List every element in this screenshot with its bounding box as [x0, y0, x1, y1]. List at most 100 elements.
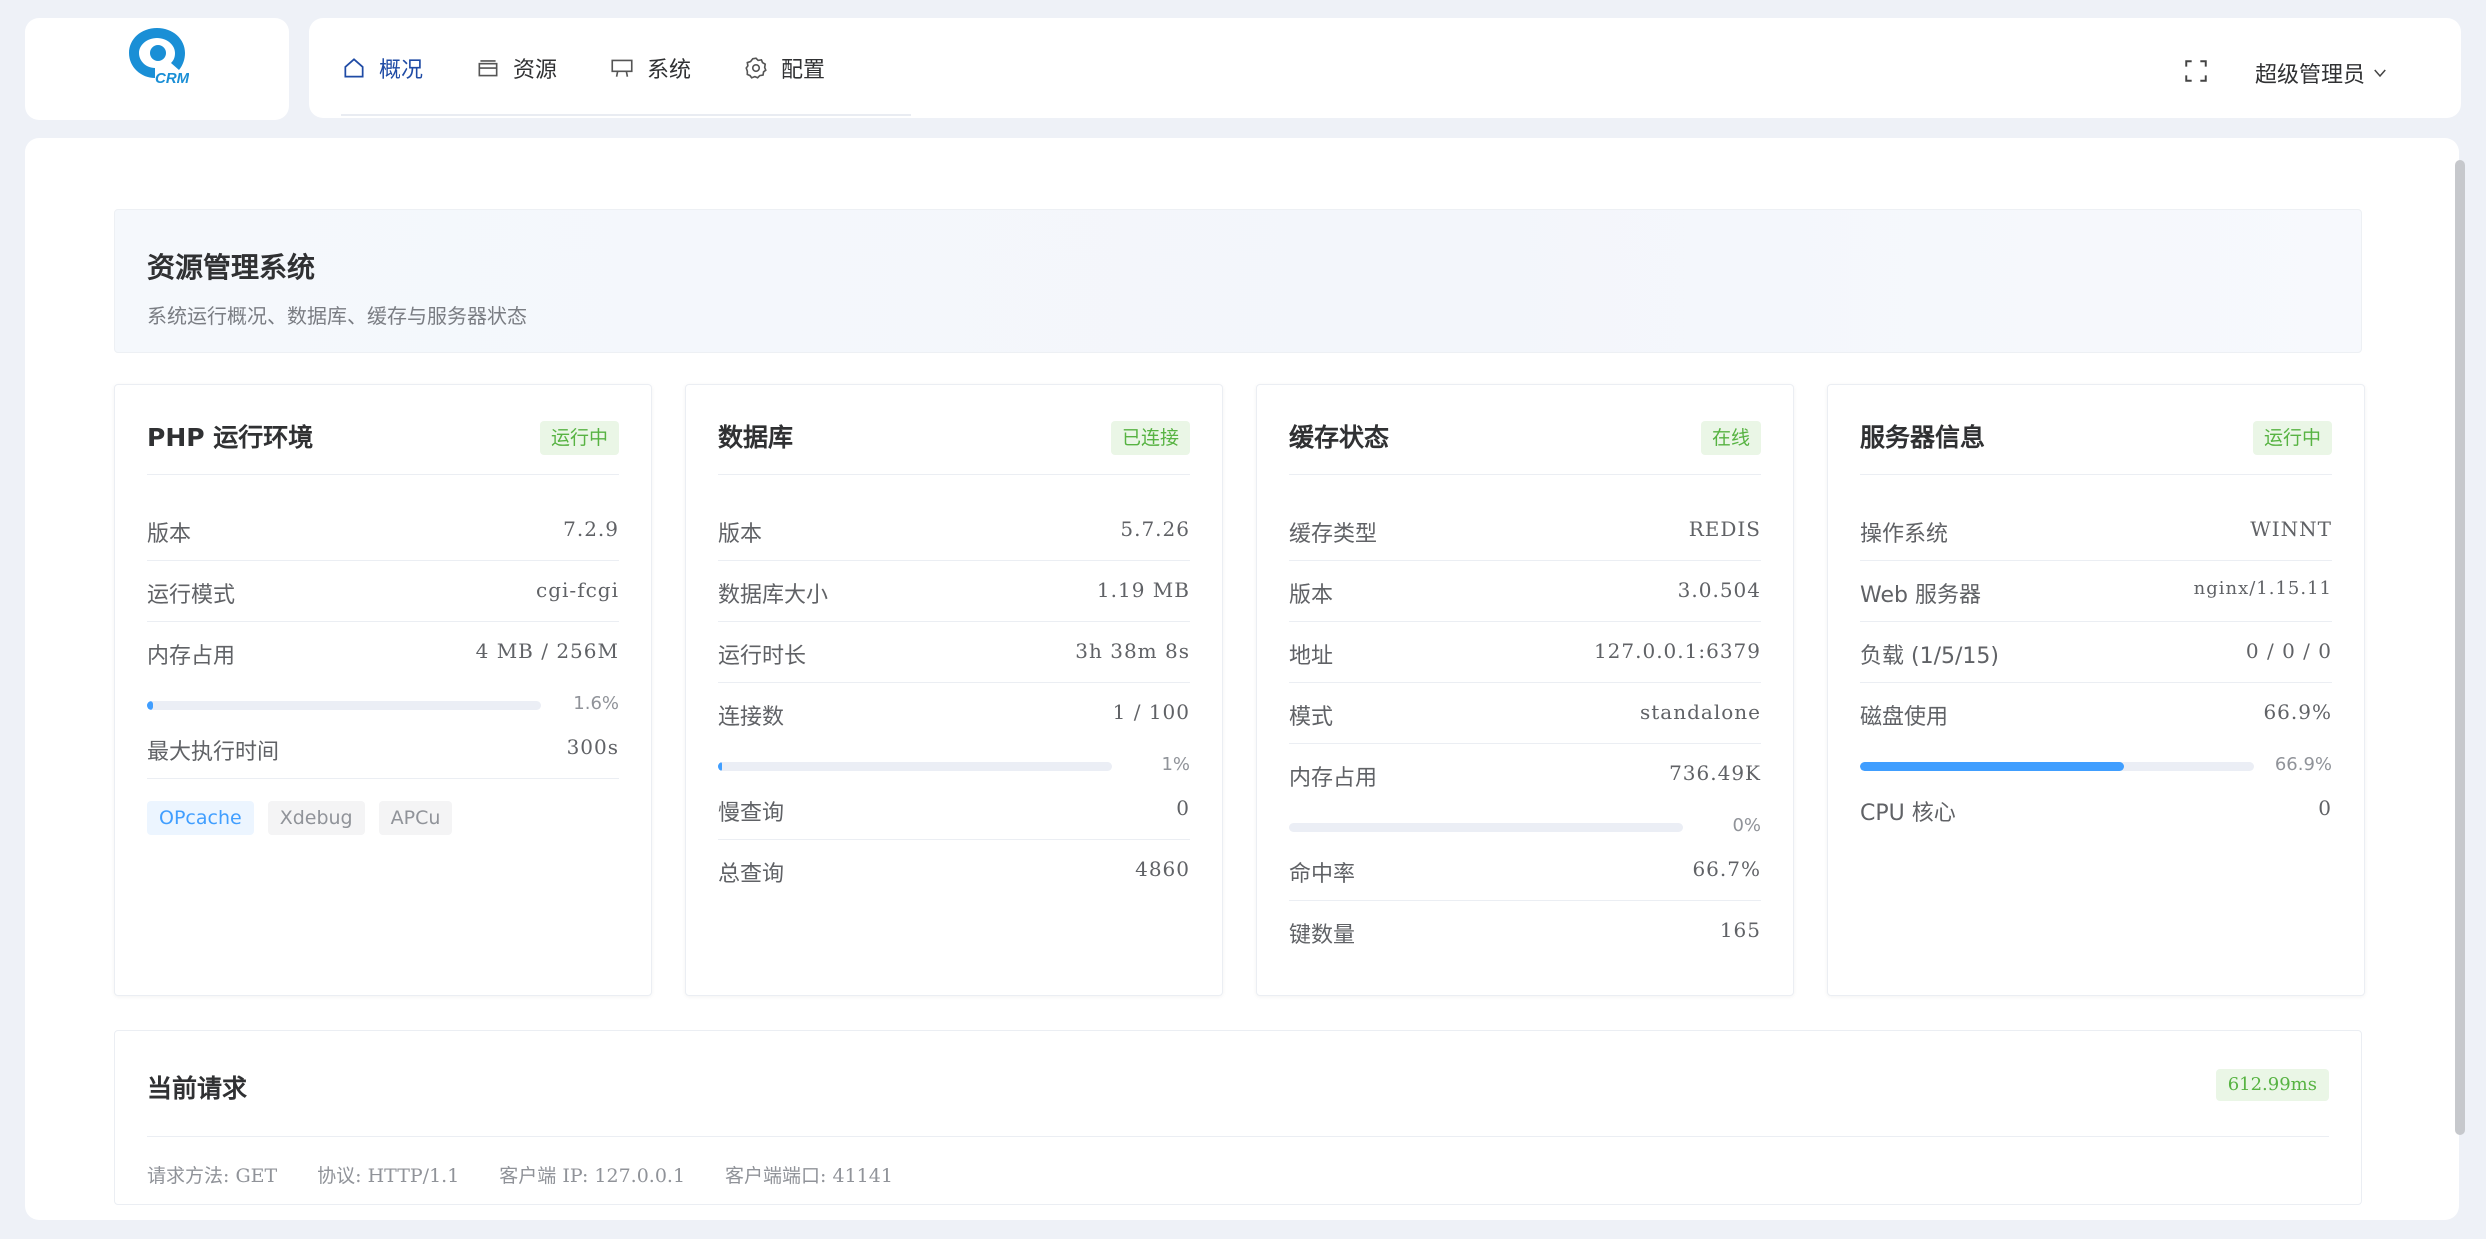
row-value: 66.9%: [2263, 700, 2332, 724]
card-header: PHP 运行环境 运行中: [147, 385, 619, 475]
row-value: 736.49K: [1669, 761, 1761, 785]
row-value: 5.7.26: [1120, 517, 1190, 541]
row-label: 键数量: [1289, 923, 1356, 948]
info-row: 磁盘使用 66.9%: [1860, 683, 2332, 744]
logo-box: CRM: [25, 18, 289, 120]
page-title: 资源管理系统: [147, 251, 316, 284]
nav-label: 系统: [647, 58, 692, 83]
row-label: 操作系统: [1860, 522, 1949, 547]
row-label: 版本: [147, 522, 192, 547]
row-label: 运行时长: [718, 644, 807, 669]
info-row: 运行模式 cgi-fcgi: [147, 561, 619, 622]
user-name: 超级管理员: [2255, 63, 2366, 88]
progress-label: 0%: [1732, 815, 1761, 836]
row-value: 3h 38m 8s: [1075, 639, 1190, 663]
progress-fill: [718, 762, 722, 771]
row-value: 4 MB / 256M: [475, 639, 619, 663]
info-row: CPU 核心 0: [1860, 779, 2332, 840]
request-info: 请求方法: GET 协议: HTTP/1.1 客户端 IP: 127.0.0.1…: [147, 1161, 933, 1188]
row-label: 命中率: [1289, 862, 1356, 887]
row-label: 总查询: [718, 862, 785, 887]
card-title: 当前请求: [147, 1074, 248, 1103]
client-ip: 客户端 IP: 127.0.0.1: [499, 1165, 686, 1187]
row-value: 1.19 MB: [1096, 578, 1190, 602]
chevron-down-icon: [2374, 69, 2386, 78]
nav-item-overview[interactable]: 概况: [341, 18, 423, 118]
client-port: 客户端端口: 41141: [725, 1165, 893, 1187]
request-time-badge: 612.99ms: [2215, 1069, 2329, 1101]
tag-apcu: APCu: [378, 801, 453, 835]
progress-label: 66.9%: [2274, 754, 2332, 775]
row-value: standalone: [1640, 700, 1761, 724]
tag-opcache: OPcache: [147, 801, 254, 835]
request-protocol: 协议: HTTP/1.1: [317, 1165, 460, 1187]
tag-xdebug: Xdebug: [267, 801, 365, 835]
row-value: 0: [1176, 796, 1190, 820]
crm-logo-icon: CRM: [129, 28, 189, 84]
row-label: Web 服务器: [1860, 583, 1981, 608]
box-icon: [475, 55, 501, 81]
row-label: 负载 (1/5/15): [1860, 644, 1999, 669]
user-menu[interactable]: 超级管理员: [2255, 18, 2389, 128]
memory-progress-bar: [1289, 823, 1683, 832]
status-badge: 运行中: [2252, 421, 2332, 455]
progress-label: 1.6%: [573, 693, 619, 714]
row-value: nginx/1.15.11: [2193, 578, 2332, 599]
row-value: 127.0.0.1:6379: [1593, 639, 1761, 663]
info-row: 版本 7.2.9: [147, 500, 619, 561]
row-value: 165: [1719, 918, 1761, 942]
row-label: 慢查询: [718, 801, 785, 826]
row-label: 磁盘使用: [1860, 705, 1949, 730]
info-row: 操作系统 WINNT: [1860, 500, 2332, 561]
row-label: 数据库大小: [718, 583, 829, 608]
memory-progress-bar: [147, 701, 541, 710]
info-row: Web 服务器 nginx/1.15.11: [1860, 561, 2332, 622]
top-bar: 概况 资源 系统 配置 超级管理员: [309, 18, 2461, 118]
status-badge: 在线: [1700, 421, 1761, 455]
row-label: 版本: [718, 522, 763, 547]
info-row: 内存占用 4 MB / 256M: [147, 622, 619, 683]
row-label: 版本: [1289, 583, 1334, 608]
row-value: cgi-fcgi: [536, 578, 619, 602]
logo-text: CRM: [155, 70, 189, 84]
info-row: 键数量 165: [1289, 901, 1761, 962]
home-icon: [341, 55, 367, 81]
info-row: 慢查询 0: [718, 779, 1190, 840]
progress-fill: [147, 701, 154, 710]
info-row: 模式 standalone: [1289, 683, 1761, 744]
row-label: 内存占用: [1289, 766, 1378, 791]
row-value: 3.0.504: [1677, 578, 1761, 602]
scrollbar[interactable]: [2455, 160, 2465, 1135]
nav-item-config[interactable]: 配置: [743, 18, 825, 118]
card-header: 数据库 已连接: [718, 385, 1190, 475]
current-request-card: 当前请求 612.99ms 请求方法: GET 协议: HTTP/1.1 客户端…: [114, 1030, 2362, 1205]
disk-progress-bar: [1860, 762, 2254, 771]
info-row: 版本 3.0.504: [1289, 561, 1761, 622]
info-row: 命中率 66.7%: [1289, 840, 1761, 901]
card-title: 服务器信息: [1860, 423, 1986, 452]
card-title: 数据库: [718, 423, 794, 452]
info-row: 数据库大小 1.19 MB: [718, 561, 1190, 622]
row-value: 66.7%: [1692, 857, 1761, 881]
nav-item-system[interactable]: 系统: [609, 18, 691, 118]
nav-item-resources[interactable]: 资源: [475, 18, 557, 118]
info-row: 地址 127.0.0.1:6379: [1289, 622, 1761, 683]
row-value: 7.2.9: [563, 517, 619, 541]
fullscreen-icon[interactable]: [2183, 58, 2209, 84]
nav-underline: [341, 114, 911, 116]
row-label: 最大执行时间: [147, 740, 280, 765]
nav-label: 资源: [513, 58, 558, 83]
row-label: 缓存类型: [1289, 522, 1378, 547]
main-panel: 资源管理系统 系统运行概况、数据库、缓存与服务器状态 PHP 运行环境 运行中 …: [25, 138, 2459, 1220]
info-row: 内存占用 736.49K: [1289, 744, 1761, 805]
row-value: REDIS: [1688, 517, 1761, 541]
cache-card: 缓存状态 在线 缓存类型 REDIS 版本 3.0.504 地址 127.0.0…: [1256, 384, 1794, 996]
row-label: 连接数: [718, 705, 785, 730]
row-value: 1 / 100: [1112, 700, 1190, 724]
progress-fill: [1860, 762, 2124, 771]
request-method: 请求方法: GET: [147, 1165, 278, 1187]
row-value: 0 / 0 / 0: [2245, 639, 2332, 663]
row-value: 4860: [1135, 857, 1190, 881]
status-badge: 已连接: [1110, 421, 1190, 455]
card-title: 缓存状态: [1289, 423, 1390, 452]
